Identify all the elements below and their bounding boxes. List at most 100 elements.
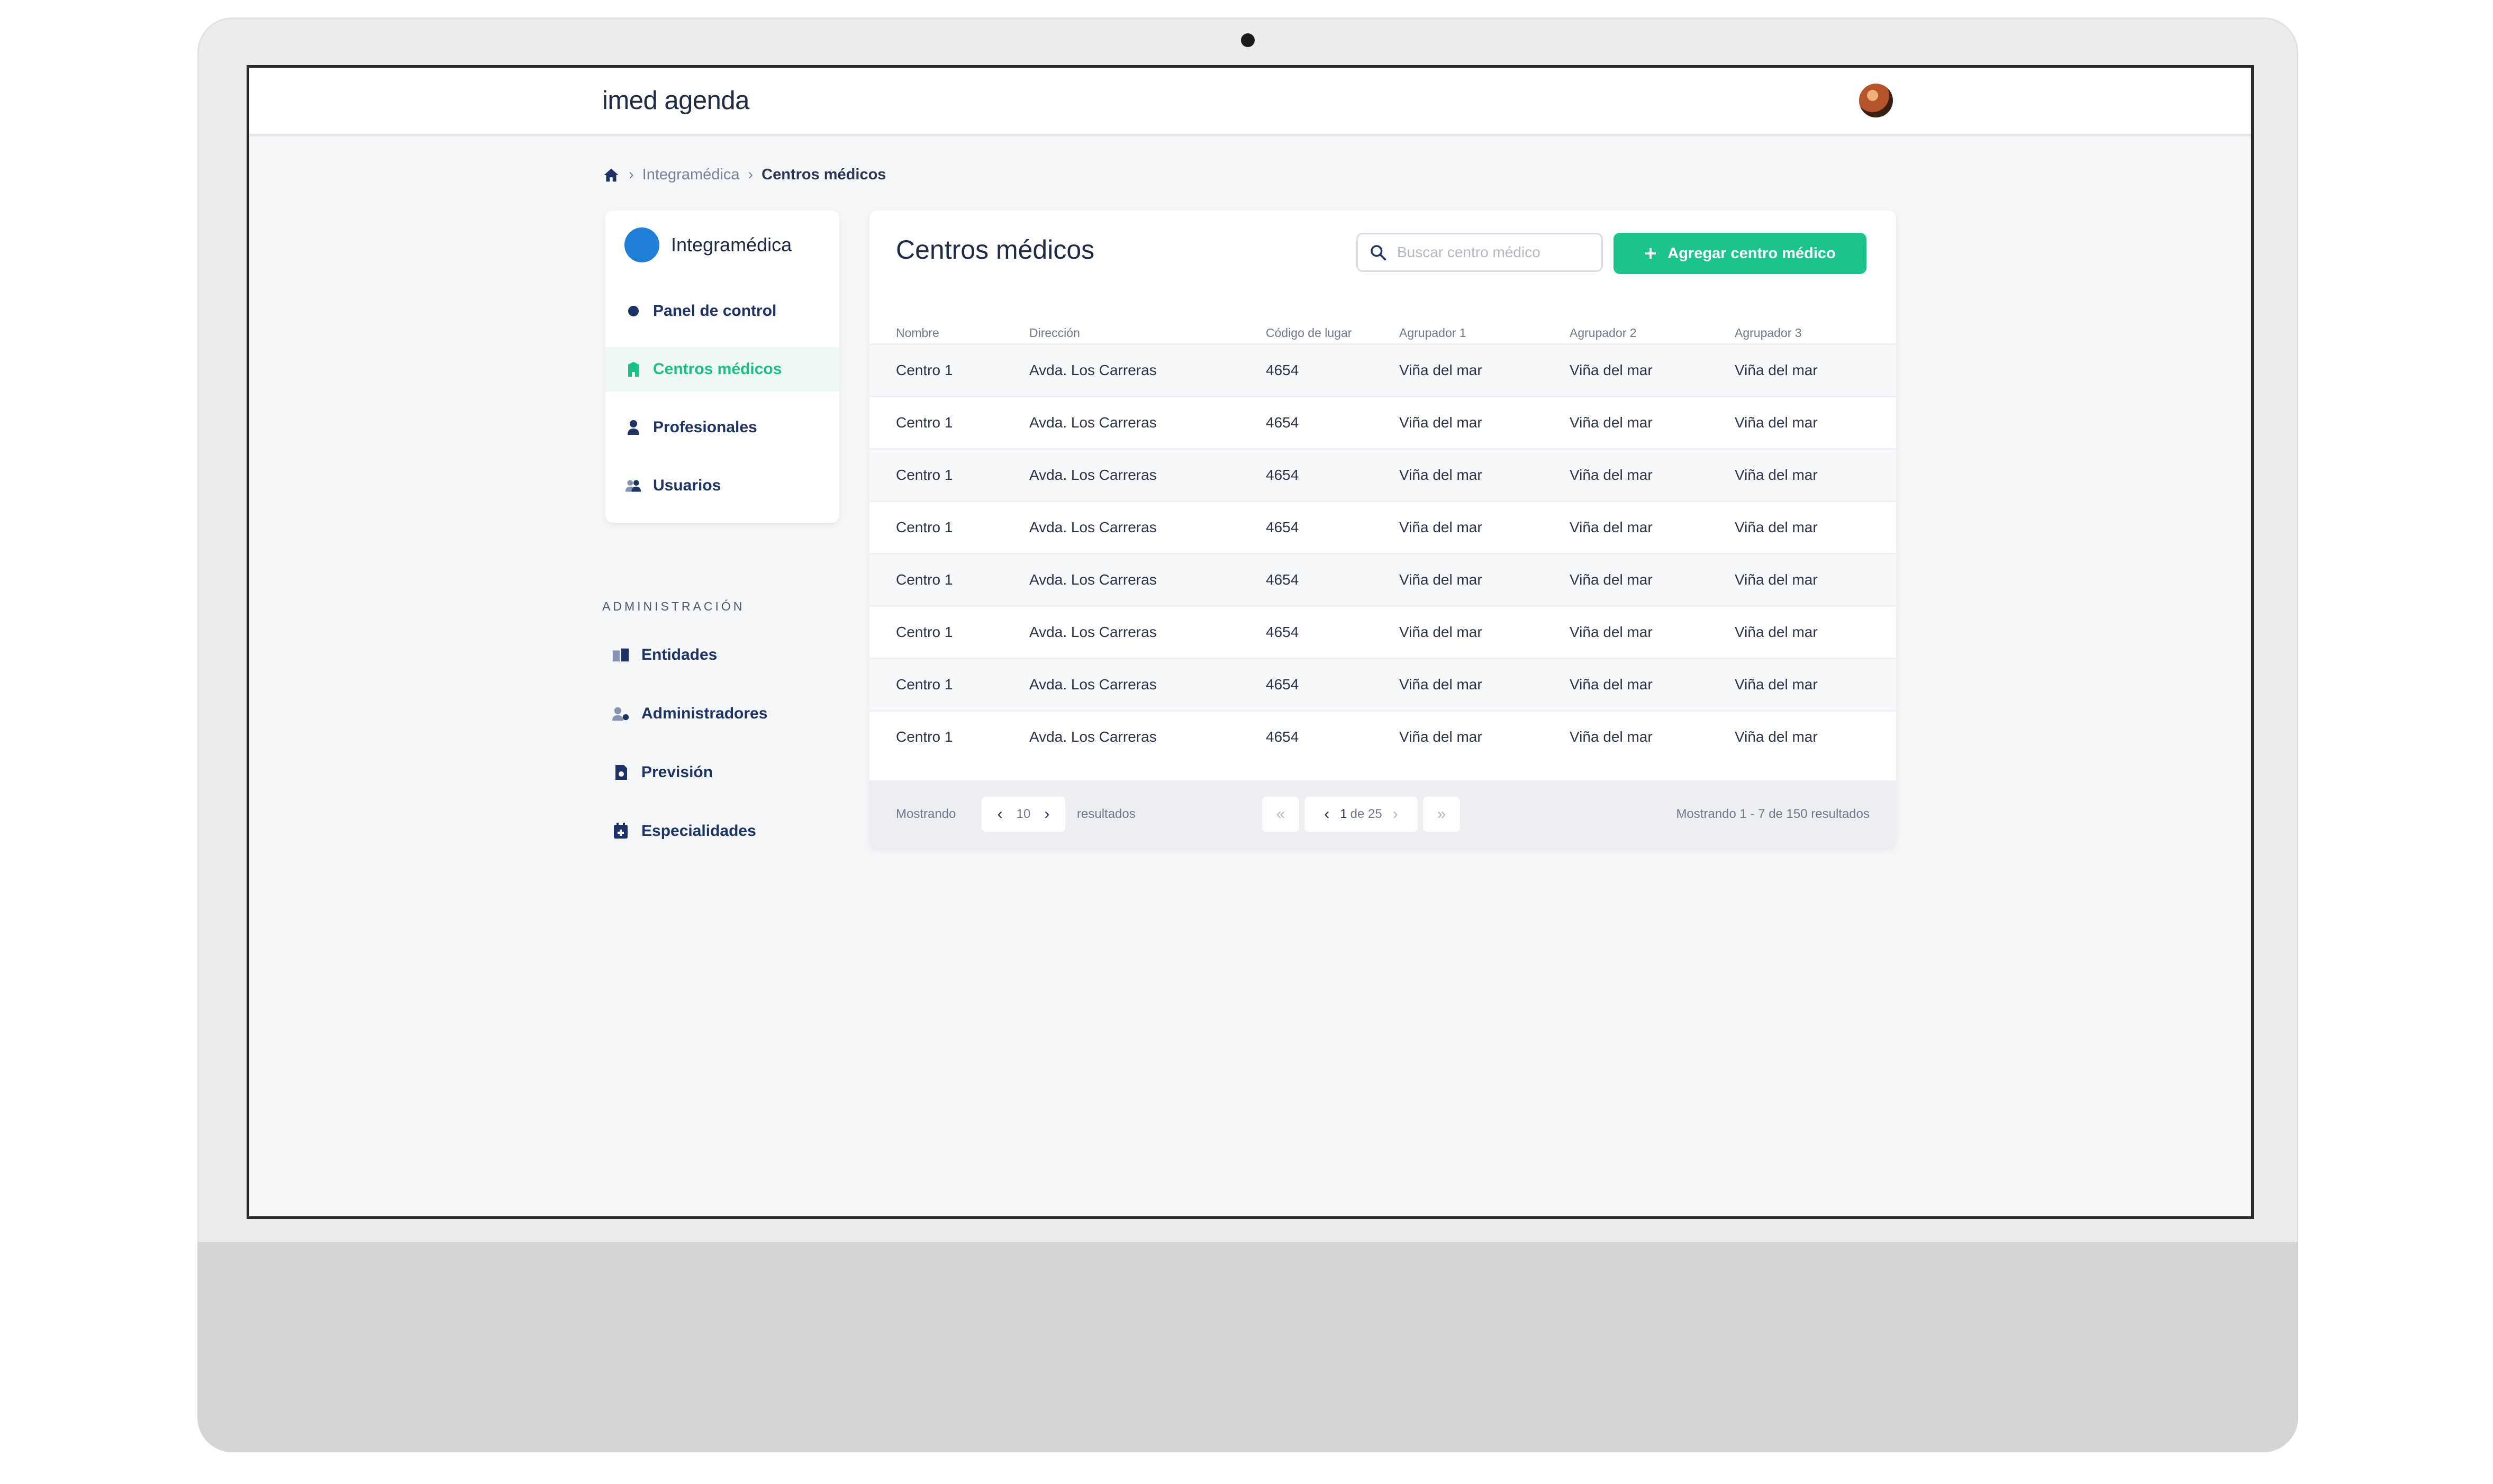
cell-agrupador-2: Viña del mar — [1569, 710, 1734, 762]
cell-agrupador-2: Viña del mar — [1569, 343, 1734, 397]
dashboard-icon — [625, 303, 641, 319]
table-row[interactable]: Centro 1 Avda. Los Carreras 4654 Viña del m… — [869, 500, 1896, 554]
cell-agrupador-2: Viña del mar — [1569, 396, 1734, 449]
admins-icon — [612, 705, 630, 723]
org-selector[interactable]: Integramédica — [624, 227, 792, 262]
cell-nombre: Centro 1 — [869, 396, 1029, 449]
last-page-button[interactable]: » — [1423, 797, 1460, 832]
cell-agrupador-3: Viña del mar — [1734, 658, 1896, 711]
prev-page-icon[interactable]: ‹ — [1324, 805, 1329, 823]
sidebar-item-especialidades[interactable]: Especialidades — [612, 822, 756, 840]
column-header-nombre[interactable]: Nombre — [869, 316, 1029, 344]
camera-icon — [1241, 33, 1255, 47]
sidebar-item-panel-de-control[interactable]: Panel de control — [605, 289, 839, 333]
table-row[interactable]: Centro 1 Avda. Los Carreras 4654 Viña del m… — [869, 710, 1896, 762]
cell-codigo: 4654 — [1265, 658, 1399, 711]
centros-table: Nombre Dirección Código de lugar Agrupad… — [869, 316, 1896, 762]
forecast-icon — [612, 763, 630, 781]
cell-agrupador-2: Viña del mar — [1569, 448, 1734, 502]
professional-icon — [625, 420, 641, 435]
total-pages: de 25 — [1350, 807, 1382, 821]
results-summary: Mostrando 1 - 7 de 150 resultados — [1676, 807, 1870, 821]
page-size-selector[interactable]: ‹ 10 › — [982, 797, 1065, 832]
sidebar-item-label: Especialidades — [641, 822, 756, 840]
add-centro-button[interactable]: Agregar centro médico — [1613, 233, 1866, 274]
sidebar-item-label: Entidades — [641, 646, 718, 663]
cell-agrupador-3: Viña del mar — [1734, 396, 1896, 449]
breadcrumb-item-org[interactable]: Integramédica — [642, 166, 740, 184]
entities-icon — [612, 646, 630, 664]
search-input[interactable] — [1396, 243, 1589, 261]
cell-agrupador-2: Viña del mar — [1569, 500, 1734, 554]
pagination-bar: Mostrando ‹ 10 › resultados « ‹ 1 de 25 … — [869, 780, 1896, 848]
breadcrumb-separator: › — [629, 166, 634, 183]
chevron-right-icon[interactable]: › — [1044, 805, 1049, 823]
table-row[interactable]: Centro 1 Avda. Los Carreras 4654 Viña del m… — [869, 448, 1896, 502]
cell-direccion: Avda. Los Carreras — [1029, 500, 1265, 554]
cell-agrupador-3: Viña del mar — [1734, 448, 1896, 502]
plus-icon — [1645, 248, 1656, 259]
cell-agrupador-2: Viña del mar — [1569, 658, 1734, 711]
sidebar-item-entidades[interactable]: Entidades — [612, 646, 717, 664]
breadcrumb: › Integramédica › Centros médicos — [602, 166, 886, 184]
sidebar-card: Integramédica Panel de control Centros m… — [605, 211, 839, 523]
users-icon — [625, 478, 641, 494]
cell-codigo: 4654 — [1265, 396, 1399, 449]
column-header-agrupador-1[interactable]: Agrupador 1 — [1399, 316, 1569, 344]
table-row[interactable]: Centro 1 Avda. Los Carreras 4654 Viña del m… — [869, 658, 1896, 711]
cell-agrupador-1: Viña del mar — [1399, 500, 1569, 554]
user-avatar[interactable] — [1859, 84, 1893, 117]
table-row[interactable]: Centro 1 Avda. Los Carreras 4654 Viña del m… — [869, 605, 1896, 659]
column-header-codigo[interactable]: Código de lugar — [1265, 316, 1399, 344]
cell-agrupador-1: Viña del mar — [1399, 553, 1569, 606]
sidebar-item-label: Centros médicos — [653, 360, 782, 378]
table-row[interactable]: Centro 1 Avda. Los Carreras 4654 Viña del m… — [869, 343, 1896, 397]
centros-card: Centros médicos Agregar centro médico No… — [869, 211, 1896, 848]
column-header-agrupador-2[interactable]: Agrupador 2 — [1569, 316, 1734, 344]
results-label: resultados — [1077, 807, 1136, 821]
home-icon[interactable] — [602, 167, 620, 183]
cell-nombre: Centro 1 — [869, 605, 1029, 659]
sidebar-item-profesionales[interactable]: Profesionales — [605, 405, 839, 450]
sidebar-item-label: Administradores — [641, 705, 768, 722]
cell-direccion: Avda. Los Carreras — [1029, 396, 1265, 449]
cell-agrupador-1: Viña del mar — [1399, 343, 1569, 397]
cell-nombre: Centro 1 — [869, 553, 1029, 606]
page-size-value: 10 — [1016, 807, 1031, 821]
table-row[interactable]: Centro 1 Avda. Los Carreras 4654 Viña del m… — [869, 396, 1896, 449]
brand-logo[interactable]: imed agenda — [602, 86, 749, 115]
app-screen: imed agenda › Integramédica › Centros mé… — [247, 65, 2254, 1219]
cell-nombre: Centro 1 — [869, 658, 1029, 711]
sidebar-item-label: Usuarios — [653, 477, 721, 494]
sidebar-item-prevision[interactable]: Previsión — [612, 763, 713, 781]
chevron-left-icon[interactable]: ‹ — [998, 805, 1003, 823]
sidebar-item-usuarios[interactable]: Usuarios — [605, 463, 839, 508]
sidebar-item-label: Previsión — [641, 763, 713, 781]
cell-direccion: Avda. Los Carreras — [1029, 448, 1265, 502]
next-page-icon[interactable]: › — [1393, 805, 1398, 823]
cell-codigo: 4654 — [1265, 553, 1399, 606]
search-box[interactable] — [1356, 233, 1603, 272]
cell-agrupador-1: Viña del mar — [1399, 448, 1569, 502]
cell-codigo: 4654 — [1265, 343, 1399, 397]
cell-agrupador-3: Viña del mar — [1734, 343, 1896, 397]
page-navigator[interactable]: ‹ 1 de 25 › — [1304, 797, 1418, 832]
org-logo-icon — [624, 227, 659, 262]
first-page-button[interactable]: « — [1262, 797, 1299, 832]
column-header-direccion[interactable]: Dirección — [1029, 316, 1265, 344]
current-page: 1 — [1340, 807, 1347, 821]
cell-agrupador-1: Viña del mar — [1399, 605, 1569, 659]
sidebar-item-label: Profesionales — [653, 418, 757, 436]
sidebar-item-administradores[interactable]: Administradores — [612, 705, 767, 723]
cell-codigo: 4654 — [1265, 500, 1399, 554]
search-icon — [1371, 245, 1386, 261]
cell-agrupador-3: Viña del mar — [1734, 710, 1896, 762]
cell-nombre: Centro 1 — [869, 710, 1029, 762]
column-header-agrupador-3[interactable]: Agrupador 3 — [1734, 316, 1896, 344]
cell-direccion: Avda. Los Carreras — [1029, 343, 1265, 397]
cell-codigo: 4654 — [1265, 605, 1399, 659]
add-button-label: Agregar centro médico — [1667, 244, 1836, 262]
table-row[interactable]: Centro 1 Avda. Los Carreras 4654 Viña del m… — [869, 553, 1896, 606]
sidebar-item-centros-medicos[interactable]: Centros médicos — [605, 347, 839, 392]
cell-agrupador-2: Viña del mar — [1569, 605, 1734, 659]
